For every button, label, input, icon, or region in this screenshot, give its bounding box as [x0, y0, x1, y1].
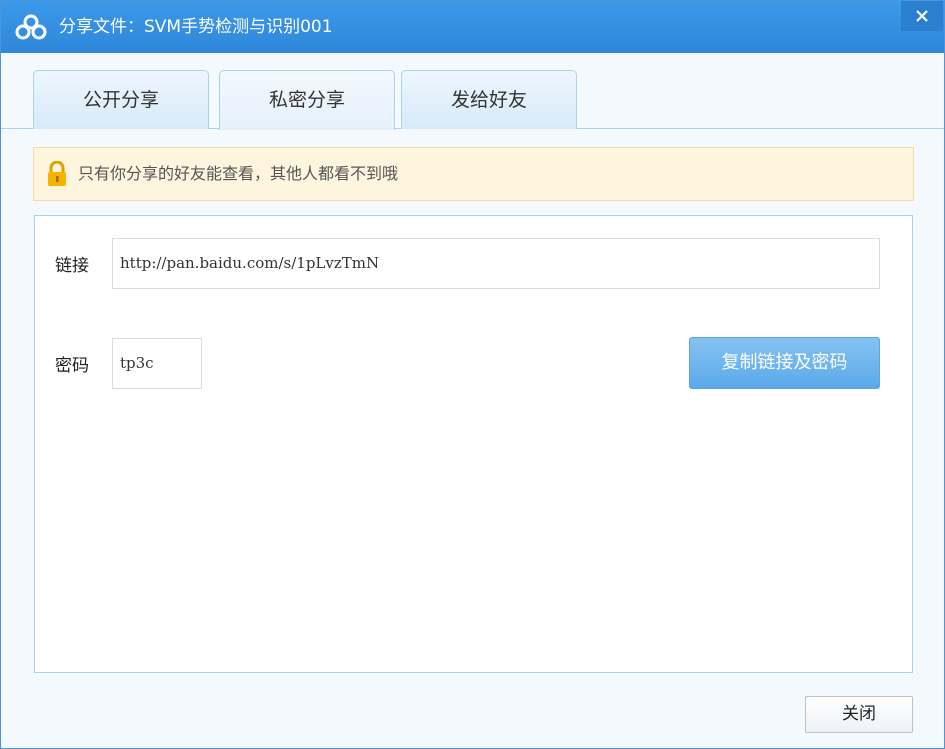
- close-icon: [916, 10, 928, 22]
- link-field[interactable]: http://pan.baidu.com/s/1pLvzTmN: [112, 238, 880, 289]
- password-label: 密码: [55, 356, 89, 376]
- title-bar: 分享文件：SVM手势检测与识别001: [1, 1, 944, 53]
- tab-private-share[interactable]: 私密分享: [219, 70, 395, 130]
- share-tabs: 公开分享 私密分享 发给好友: [1, 53, 944, 130]
- close-button[interactable]: 关闭: [805, 696, 913, 733]
- share-panel: 链接 http://pan.baidu.com/s/1pLvzTmN 密码 tp…: [34, 215, 913, 673]
- baidu-cloud-logo-icon: [15, 14, 47, 40]
- window-title: 分享文件：SVM手势检测与识别001: [59, 17, 333, 37]
- tab-public-share[interactable]: 公开分享: [33, 70, 209, 129]
- lock-icon: [48, 161, 66, 186]
- tab-send-to-friends[interactable]: 发给好友: [401, 70, 577, 129]
- share-dialog: 分享文件：SVM手势检测与识别001 公开分享 私密分享 发给好友 只有你分享的…: [0, 0, 945, 749]
- link-label: 链接: [55, 256, 89, 276]
- copy-link-and-password-button[interactable]: 复制链接及密码: [689, 337, 880, 389]
- notice-text: 只有你分享的好友能查看，其他人都看不到哦: [78, 164, 399, 183]
- privacy-notice: 只有你分享的好友能查看，其他人都看不到哦: [33, 147, 914, 201]
- password-field[interactable]: tp3c: [112, 338, 202, 389]
- window-close-button[interactable]: [901, 1, 943, 31]
